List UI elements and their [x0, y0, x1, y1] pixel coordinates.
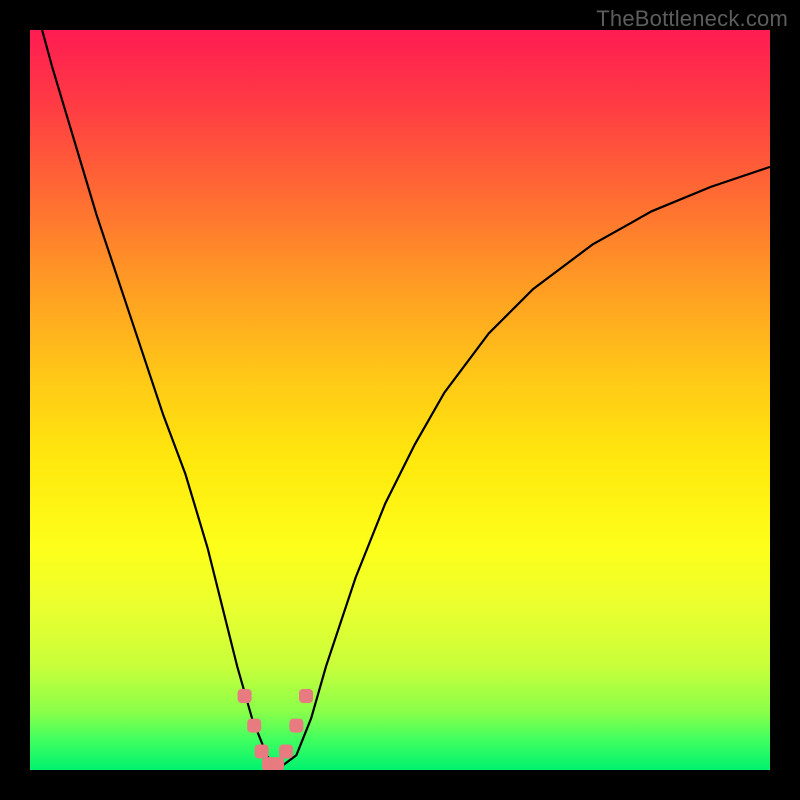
marker-point	[279, 745, 293, 759]
plot-area	[30, 30, 770, 770]
marker-group	[238, 689, 313, 770]
marker-point	[289, 719, 303, 733]
marker-point	[247, 719, 261, 733]
marker-point	[299, 689, 313, 703]
bottleneck-curve	[30, 30, 770, 766]
chart-frame: TheBottleneck.com	[0, 0, 800, 800]
marker-point	[255, 745, 269, 759]
marker-point	[270, 757, 284, 770]
marker-point	[238, 689, 252, 703]
watermark-text: TheBottleneck.com	[596, 6, 788, 32]
curve-svg	[30, 30, 770, 770]
